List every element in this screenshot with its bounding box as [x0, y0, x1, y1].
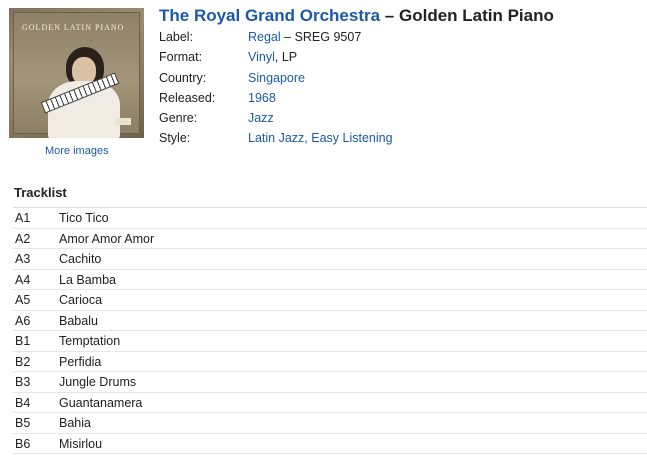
- track-title: Amor Amor Amor: [59, 231, 155, 246]
- track-position: B3: [15, 375, 31, 389]
- track-row: A3 Cachito: [13, 249, 647, 270]
- track-position: A6: [15, 313, 31, 328]
- track-position: B2: [15, 354, 31, 369]
- track-row: B2 Perfidia: [13, 352, 647, 372]
- track-row: A2 Amor Amor Amor: [13, 229, 647, 249]
- detail-row-genre: Genre: Jazz: [159, 108, 393, 128]
- track-row: B6 Misirlou: [13, 434, 647, 454]
- track-title: Cachito: [59, 252, 102, 266]
- tracklist-table: A1 Tico Tico A2 Amor Amor Amor A3 Cachito A…: [13, 207, 647, 454]
- detail-key: Genre:: [159, 111, 198, 126]
- track-row: A4 La Bamba: [13, 270, 647, 290]
- release-title: The Royal Grand Orchestra – Golden Latin…: [159, 6, 554, 26]
- detail-key: Format:: [159, 50, 203, 65]
- track-title: La Bamba: [59, 272, 116, 287]
- detail-key: Style:: [159, 131, 191, 146]
- track-title: Jungle Drums: [59, 375, 137, 389]
- cover-art: GOLDEN LATIN PIANO: [13, 12, 140, 138]
- track-position: A5: [15, 293, 31, 307]
- detail-value: Singapore: [248, 68, 305, 88]
- detail-value: 1968: [248, 88, 276, 108]
- detail-value: Latin Jazz, Easy Listening: [248, 128, 393, 148]
- track-row: B4 Guantanamera: [13, 393, 647, 413]
- track-title: Bahia: [59, 416, 91, 430]
- detail-row-country: Country: Singapore: [159, 68, 393, 88]
- detail-row-label: Label: Regal – SREG 9507: [159, 27, 393, 47]
- track-row: B3 Jungle Drums: [13, 372, 647, 393]
- album-cover[interactable]: GOLDEN LATIN PIANO: [9, 8, 144, 138]
- track-title: Tico Tico: [59, 211, 109, 225]
- country-link[interactable]: Singapore: [248, 71, 305, 85]
- style-link[interactable]: Latin Jazz, Easy Listening: [248, 131, 393, 145]
- released-link[interactable]: 1968: [248, 91, 276, 105]
- track-row: A5 Carioca: [13, 290, 647, 311]
- detail-key: Country:: [159, 70, 207, 85]
- track-position: B5: [15, 416, 31, 430]
- track-position: A4: [15, 272, 31, 287]
- cover-label-badge: [115, 118, 131, 125]
- genre-link[interactable]: Jazz: [248, 111, 274, 125]
- detail-value: Regal – SREG 9507: [248, 27, 361, 47]
- track-position: A2: [15, 231, 31, 246]
- more-images-link[interactable]: More images: [45, 145, 109, 157]
- detail-key: Label:: [159, 30, 194, 44]
- detail-row-format: Format: Vinyl, LP: [159, 47, 393, 67]
- detail-row-released: Released: 1968: [159, 88, 393, 108]
- cover-title-text: GOLDEN LATIN PIANO: [22, 23, 125, 32]
- track-title: Guantanamera: [59, 395, 143, 410]
- artist-link[interactable]: The Royal Grand Orchestra: [159, 6, 380, 25]
- track-title: Misirlou: [59, 436, 103, 451]
- release-details: Label: Regal – SREG 9507 Format: Vinyl, …: [159, 27, 393, 149]
- track-row: A6 Babalu: [13, 311, 647, 331]
- track-position: A3: [15, 252, 31, 266]
- track-position: B1: [15, 334, 31, 348]
- format-rest: , LP: [274, 50, 298, 65]
- track-title: Temptation: [59, 334, 121, 348]
- tracklist-heading: Tracklist: [14, 185, 67, 200]
- track-title: Babalu: [59, 313, 98, 328]
- catalog-number: – SREG 9507: [280, 30, 362, 44]
- title-separator: –: [380, 6, 399, 25]
- track-position: B4: [15, 395, 31, 410]
- track-title: Perfidia: [59, 354, 102, 369]
- track-position: A1: [15, 211, 31, 225]
- track-position: B6: [15, 436, 31, 451]
- track-row: A1 Tico Tico: [13, 208, 647, 229]
- track-title: Carioca: [59, 293, 103, 307]
- album-title: Golden Latin Piano: [398, 6, 554, 25]
- detail-value: Vinyl, LP: [248, 47, 297, 67]
- format-link[interactable]: Vinyl: [248, 50, 275, 64]
- detail-row-style: Style: Latin Jazz, Easy Listening: [159, 128, 393, 148]
- track-row: B5 Bahia: [13, 413, 647, 434]
- label-link[interactable]: Regal: [248, 30, 281, 44]
- detail-value: Jazz: [248, 108, 274, 128]
- track-row: B1 Temptation: [13, 331, 647, 352]
- detail-key: Released:: [159, 90, 216, 105]
